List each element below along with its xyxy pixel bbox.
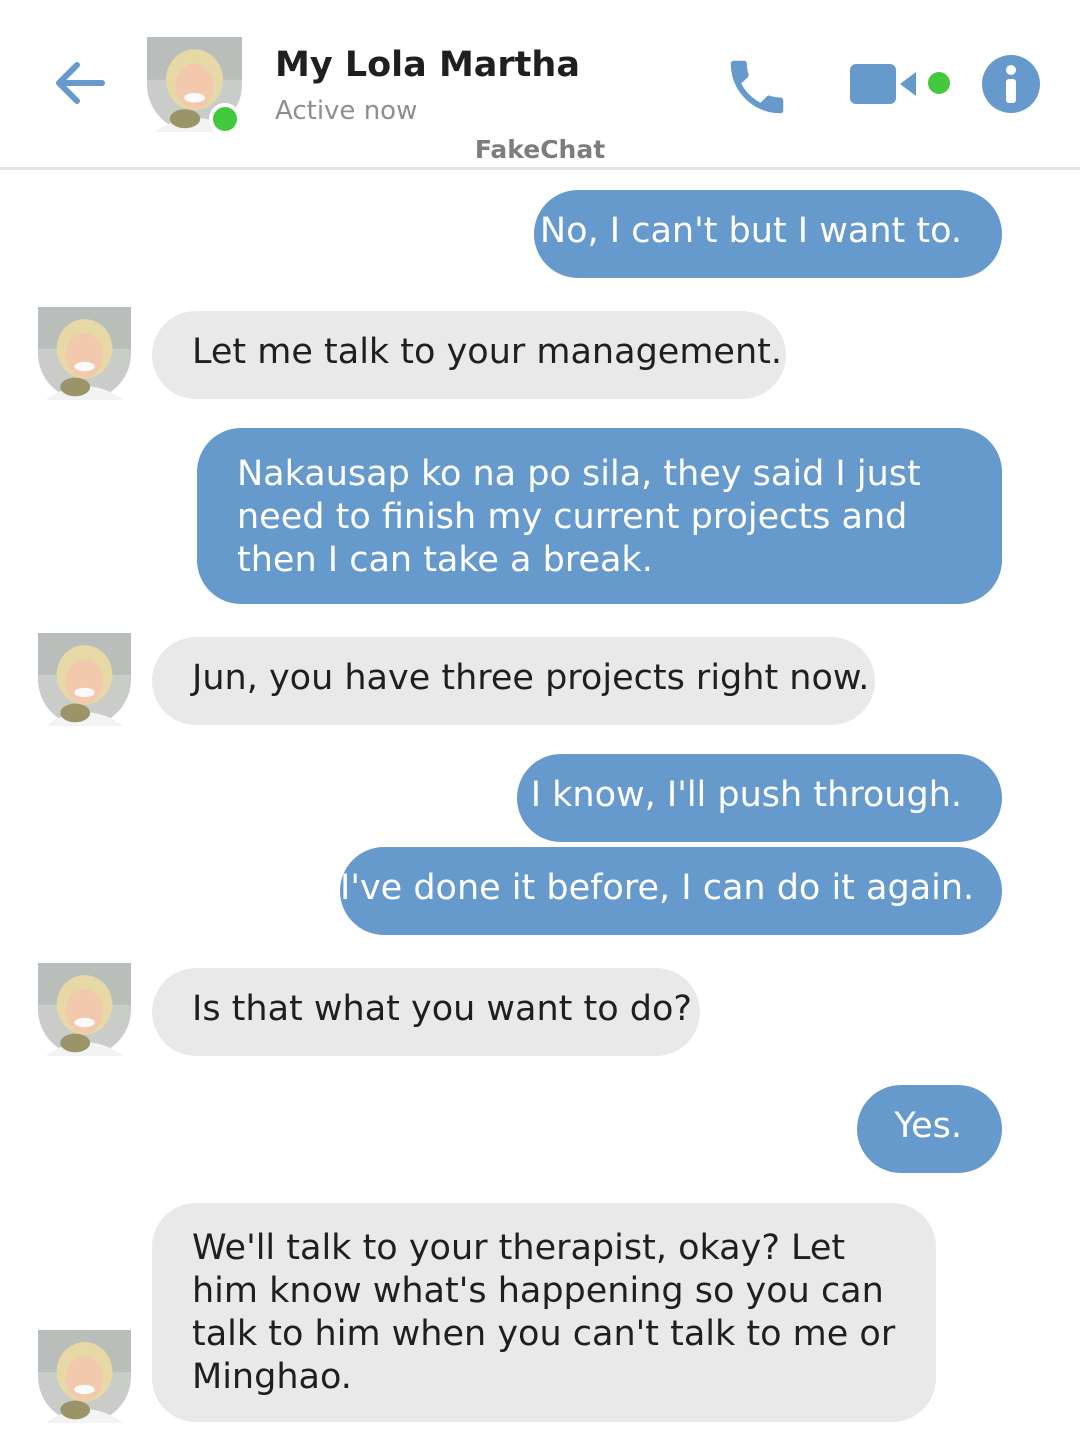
message-bubble-outgoing[interactable]: I've done it before, I can do it again. (340, 847, 1002, 935)
message-bubble-incoming[interactable]: We'll talk to your therapist, okay? Let … (152, 1203, 936, 1422)
back-arrow-icon[interactable] (50, 52, 112, 114)
phone-icon[interactable] (722, 52, 792, 122)
message-bubble-outgoing[interactable]: Yes. (857, 1085, 1002, 1173)
contact-avatar-small (38, 633, 131, 726)
message-bubble-outgoing[interactable]: I know, I'll push through. (517, 754, 1002, 842)
contact-avatar-small (38, 307, 131, 400)
app-label: FakeChat (474, 135, 606, 164)
online-status-dot (209, 103, 241, 135)
contact-avatar[interactable] (147, 37, 242, 135)
message-bubble-incoming[interactable]: Is that what you want to do? (152, 968, 700, 1056)
message-bubble-outgoing[interactable]: Nakausap ko na po sila, they said I just… (197, 428, 1002, 604)
message-bubble-outgoing[interactable]: No, I can't but I want to. (534, 190, 1002, 278)
info-icon[interactable] (982, 55, 1040, 113)
message-bubble-incoming[interactable]: Jun, you have three projects right now. (152, 637, 875, 725)
contact-avatar-small (38, 1330, 131, 1423)
conversation-header: My Lola Martha Active now FakeChat (0, 0, 1080, 170)
video-camera-icon[interactable] (848, 58, 954, 110)
contact-status: Active now (275, 96, 418, 126)
contact-name[interactable]: My Lola Martha (275, 45, 580, 85)
contact-avatar-small (38, 963, 131, 1056)
message-bubble-incoming[interactable]: Let me talk to your management. (152, 311, 786, 399)
